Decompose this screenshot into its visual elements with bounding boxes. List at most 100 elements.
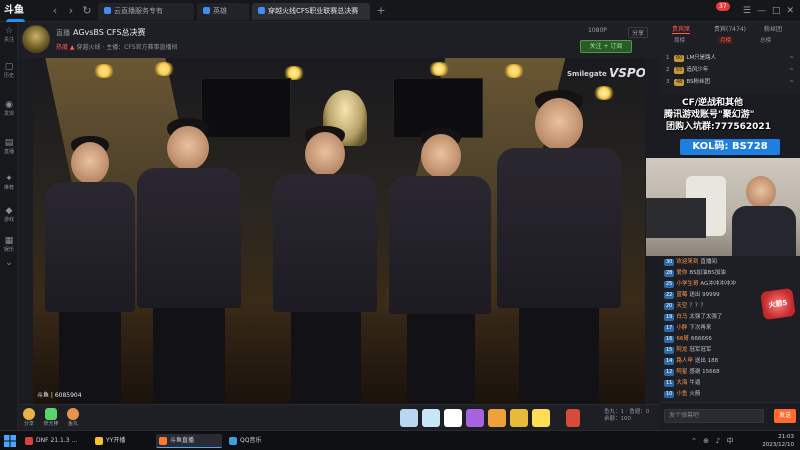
close-icon[interactable]: ✕ xyxy=(786,3,794,19)
gift-item-icon[interactable] xyxy=(488,409,506,427)
sidebar-item-recommend[interactable]: ✦ 推荐 xyxy=(0,174,18,196)
subtab-month[interactable]: 月榜 xyxy=(718,36,734,44)
sidebar-item-follow[interactable]: ☆ 关注 xyxy=(0,26,18,48)
back-icon[interactable]: ‹ xyxy=(48,4,62,18)
windows-start-icon[interactable] xyxy=(4,435,16,447)
chat-user[interactable]: 天空 xyxy=(676,303,687,309)
menu-icon[interactable]: ☰ xyxy=(743,3,751,19)
chat-text: 直播间 xyxy=(700,259,717,265)
share-button[interactable]: 分享 xyxy=(628,27,649,38)
sidebar-item-discover[interactable]: ◉ 发现 xyxy=(0,100,18,122)
sidebar-item-entertainment[interactable]: ▦ 娱乐 xyxy=(0,236,18,258)
chat-message[interactable]: 14 路人甲 送出 188 xyxy=(664,357,796,365)
taskbar-item[interactable]: YY开播 xyxy=(92,434,150,448)
tab-vip-count[interactable]: 贵宾(7474) xyxy=(714,24,746,33)
app-logo[interactable]: 斗鱼DY xyxy=(4,3,44,35)
tab-1[interactable]: 英雄 xyxy=(197,3,249,20)
chat-user[interactable]: 爱你 xyxy=(676,270,687,276)
refresh-icon[interactable]: ↻ xyxy=(80,4,94,18)
level-badge: 19 xyxy=(664,314,675,321)
chat-message[interactable]: 30 欢迎来到 直播间 xyxy=(664,258,796,266)
subtab-week[interactable]: 周榜 xyxy=(674,36,685,44)
chat-input[interactable]: 发个弹幕吧 xyxy=(664,409,764,423)
tab-fan-club[interactable]: 粉丝团 xyxy=(764,24,782,33)
live-icon: ▤ xyxy=(4,138,14,148)
maximize-icon[interactable]: □ xyxy=(772,3,781,19)
app-icon xyxy=(229,437,237,445)
sidebar-item-history[interactable]: ▢ 历史 xyxy=(0,62,18,84)
chat-user[interactable]: 阿龙 xyxy=(676,347,687,353)
rank-row[interactable]: 3 48 BS粉丝团 ~ xyxy=(666,76,798,88)
quality-select[interactable]: 1080P xyxy=(588,27,607,34)
rank-row[interactable]: 1 60 LM只是路人 ~ xyxy=(666,52,798,64)
taskbar-item-active[interactable]: 斗鱼直播 xyxy=(156,434,222,448)
video-player[interactable]: Smilegate VSPO 斗鱼 | 6085904 xyxy=(33,58,645,404)
gift-item-icon[interactable] xyxy=(510,409,528,427)
share-gift-icon[interactable]: 分享 xyxy=(20,408,38,428)
chat-message[interactable]: 12 阿星 感谢 15668 xyxy=(664,368,796,376)
taskbar-item[interactable]: QQ音乐 xyxy=(226,434,288,448)
rank-number: 2 xyxy=(666,67,670,73)
fishball-gift-icon[interactable]: 鱼丸 xyxy=(64,408,82,428)
chat-message[interactable]: 10 小鱼 火箭 xyxy=(664,390,796,398)
chat-text: 666666 xyxy=(690,336,712,342)
sidebar-item-live[interactable]: ▤ 直播 xyxy=(0,138,18,160)
left-sidebar: ☆ 关注 ▢ 历史 ◉ 发现 ▤ 直播 ✦ 推荐 ◆ 游戏 ▦ 娱乐 ⌄ xyxy=(0,22,18,430)
chat-message[interactable]: 11 大海 牛逼 xyxy=(664,379,796,387)
streamer-avatar[interactable] xyxy=(22,25,50,53)
notification-badge: 37 xyxy=(716,2,730,11)
level-badge: 12 xyxy=(664,369,675,376)
chat-user[interactable]: 路人甲 xyxy=(676,358,693,364)
network-icon[interactable]: ⊕ xyxy=(702,437,710,445)
gift-item-icon[interactable] xyxy=(422,409,440,427)
follow-button[interactable]: 关注 + 订阅 xyxy=(580,40,632,53)
chat-user[interactable]: 小胖 xyxy=(676,325,687,331)
forward-icon[interactable]: › xyxy=(64,4,78,18)
face xyxy=(421,134,461,178)
chat-message[interactable]: 28 爱你 BS加油BS加油 xyxy=(664,269,796,277)
minimize-icon[interactable]: — xyxy=(757,3,766,19)
gift-item-icon[interactable] xyxy=(466,409,484,427)
rank-row[interactable]: 2 55 追风少年 ~ xyxy=(666,64,798,76)
subtab-total[interactable]: 总榜 xyxy=(760,36,771,44)
gift-item-icon[interactable] xyxy=(444,409,462,427)
volume-icon[interactable]: ♪ xyxy=(714,437,722,445)
gift-item-icon[interactable] xyxy=(566,409,580,427)
chat-user[interactable]: 66哥 xyxy=(676,336,689,342)
chat-user[interactable]: 欢迎来到 xyxy=(676,259,698,265)
tray-arrow-icon[interactable]: ⌃ xyxy=(690,437,698,445)
chat-message[interactable]: 25 小学生哥 AG冲冲冲冲冲 xyxy=(664,280,796,288)
streamer-webcam xyxy=(646,158,800,256)
gift-item-icon[interactable] xyxy=(532,409,550,427)
player-3 xyxy=(269,126,379,404)
tab-2-active[interactable]: 穿越火线CFS职业联赛总决赛 xyxy=(252,3,370,20)
rocket-gift-badge[interactable]: 火箭5 xyxy=(760,287,796,321)
rank-panel: 贵宾席 贵宾(7474) 粉丝团 周榜 月榜 总榜 1 60 LM只是路人 ~ 2 55… xyxy=(660,22,800,94)
chat-message[interactable]: 16 66哥 666666 xyxy=(664,335,796,343)
chat-message[interactable]: 17 小胖 下次再来 xyxy=(664,324,796,332)
chat-user[interactable]: 阿星 xyxy=(676,369,687,375)
taskbar-item[interactable]: DNF 21.1.3 ... xyxy=(22,434,90,448)
player-1 xyxy=(41,136,137,404)
tab-0[interactable]: 云直播服务专有 xyxy=(98,3,194,20)
tray-clock[interactable]: 21:03 2023/12/10 xyxy=(762,433,794,449)
chat-message[interactable]: 15 阿龙 冠军冠军 xyxy=(664,346,796,354)
glowstick-gift-icon[interactable]: 荧光棒 xyxy=(42,408,60,428)
sidebar-expand[interactable]: ⌄ xyxy=(0,258,18,280)
level-badge: 55 xyxy=(674,67,685,74)
chat-user[interactable]: 大海 xyxy=(676,380,687,386)
task-label: QQ音乐 xyxy=(240,437,262,444)
sidebar-item-games[interactable]: ◆ 游戏 xyxy=(0,206,18,228)
new-tab-icon[interactable]: + xyxy=(374,4,388,18)
send-button[interactable]: 发送 xyxy=(774,409,796,423)
chat-user[interactable]: 白马 xyxy=(676,314,687,320)
chat-user[interactable]: 小学生哥 xyxy=(676,281,698,287)
tab-vip-seat[interactable]: 贵宾席 xyxy=(672,24,691,34)
room-subtitle: 热度 ▲ 穿越火线 · 主播：CFS官方赛事直播间 xyxy=(56,42,178,51)
gift-item-icon[interactable] xyxy=(400,409,418,427)
douyu-client-window: 斗鱼DY ‹ › ↻ 云直播服务专有 英雄 穿越火线CFS职业联赛总决赛 + 3… xyxy=(0,0,800,450)
ime-icon[interactable]: 中 xyxy=(726,437,734,445)
chat-user[interactable]: 小鱼 xyxy=(676,391,687,397)
chat-user[interactable]: 蓝莓 xyxy=(676,292,687,298)
player-5 xyxy=(493,90,623,404)
